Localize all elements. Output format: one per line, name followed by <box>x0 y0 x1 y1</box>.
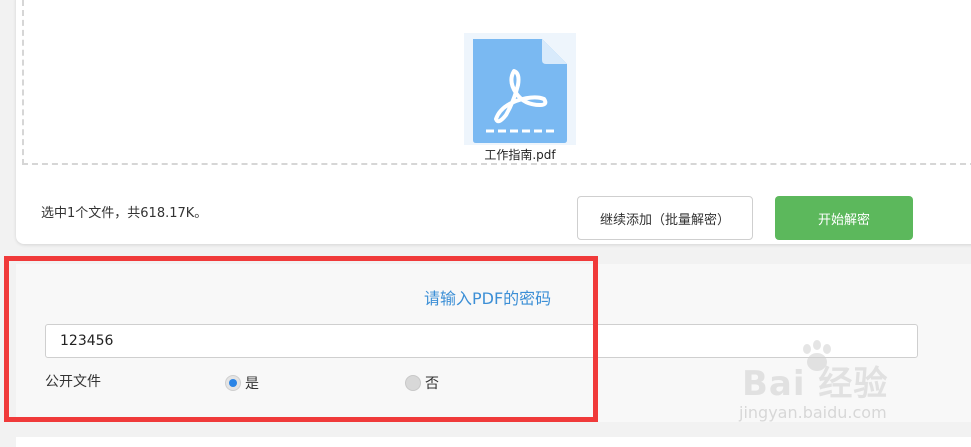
pdf-file-icon <box>464 33 576 145</box>
radio-unchecked-icon <box>405 375 421 391</box>
selection-summary: 选中1个文件，共618.17K。 <box>41 206 208 221</box>
bottom-card-edge <box>16 437 971 447</box>
public-no-radio[interactable]: 否 <box>405 373 439 393</box>
file-tile[interactable]: 工作指南.pdf <box>463 33 577 162</box>
start-decrypt-button[interactable]: 开始解密 <box>775 196 913 240</box>
baidu-jingyan-watermark: Bai 经验 jingyan.baidu.com <box>727 340 927 425</box>
radio-checked-icon <box>225 375 241 391</box>
public-yes-radio[interactable]: 是 <box>225 373 259 393</box>
public-file-label: 公开文件 <box>45 374 101 390</box>
watermark-url: jingyan.baidu.com <box>739 403 887 422</box>
watermark-brand: Bai 经验 <box>742 364 889 404</box>
file-drop-zone[interactable]: 工作指南.pdf <box>22 0 971 165</box>
radio-label-no: 否 <box>425 376 439 392</box>
password-prompt-title: 请输入PDF的密码 <box>424 289 552 308</box>
radio-label-yes: 是 <box>245 376 259 392</box>
add-more-button[interactable]: 继续添加（批量解密） <box>577 196 753 240</box>
file-name: 工作指南.pdf <box>484 148 556 162</box>
